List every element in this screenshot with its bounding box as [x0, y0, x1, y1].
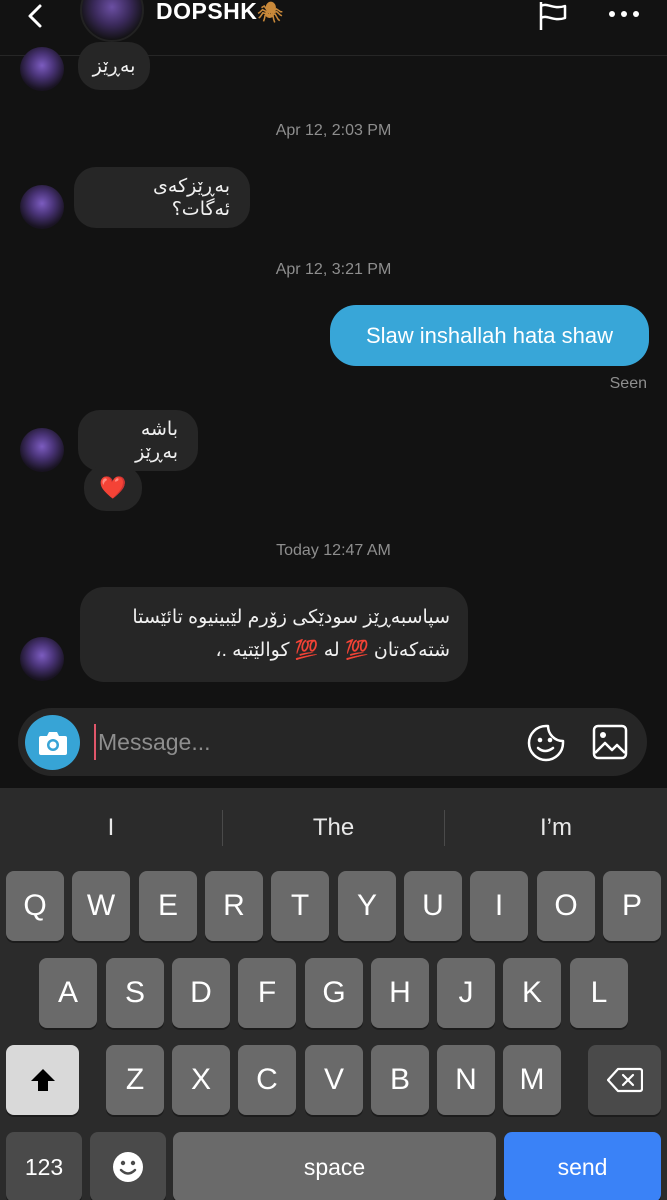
- key-c[interactable]: C: [238, 1045, 296, 1115]
- backspace-key[interactable]: [588, 1045, 661, 1115]
- on-screen-keyboard: I The I’m Q W E R T Y U I O P A S D F G …: [0, 788, 667, 1200]
- key-u[interactable]: U: [404, 871, 462, 941]
- chat-screen: DOPSHK🕷 بەڕێز Apr 12, 2:03 PM بەڕێزکەی ئ…: [0, 0, 667, 1200]
- message-bubble-long[interactable]: سپاسبەڕێز سودێکی زۆرم لێبینیوە تائێستا ش…: [80, 587, 468, 682]
- back-arrow-icon[interactable]: [18, 0, 54, 36]
- message-line: سپاسبەڕێز سودێکی زۆرم لێبینیوە تائێستا: [132, 607, 450, 628]
- flag-icon[interactable]: [537, 0, 571, 34]
- sticker-icon[interactable]: [526, 723, 566, 763]
- timestamp: Today 12:47 AM: [276, 542, 391, 559]
- outgoing-message-bubble[interactable]: Slaw inshallah hata shaw: [330, 305, 649, 366]
- sender-avatar[interactable]: [20, 185, 64, 229]
- key-q[interactable]: Q: [6, 871, 64, 941]
- shift-key[interactable]: [6, 1045, 79, 1115]
- shift-arrow-icon: [30, 1069, 55, 1091]
- camera-button[interactable]: [25, 715, 80, 770]
- message-bubble[interactable]: بەڕێزکەی ئەگات؟: [74, 167, 250, 228]
- space-key[interactable]: space: [173, 1132, 496, 1200]
- key-j[interactable]: J: [437, 958, 495, 1028]
- contact-name[interactable]: DOPSHK🕷: [156, 0, 283, 25]
- message-line: شتەکەتان 💯 لە 💯 کوالێتیە .،: [215, 640, 450, 661]
- key-i[interactable]: I: [470, 871, 528, 941]
- seen-status: Seen: [609, 375, 647, 392]
- heart-emoji: ❤️: [99, 475, 127, 500]
- key-n[interactable]: N: [437, 1045, 495, 1115]
- contact-avatar[interactable]: [80, 0, 144, 42]
- key-b[interactable]: B: [371, 1045, 429, 1115]
- key-f[interactable]: F: [238, 958, 296, 1028]
- emoji-key[interactable]: [90, 1132, 166, 1200]
- send-key[interactable]: send: [504, 1132, 661, 1200]
- key-y[interactable]: Y: [338, 871, 396, 941]
- suggestion-1[interactable]: I: [0, 788, 222, 868]
- key-a[interactable]: A: [39, 958, 97, 1028]
- key-h[interactable]: H: [371, 958, 429, 1028]
- message-composer: [18, 708, 647, 776]
- message-input[interactable]: [94, 724, 514, 760]
- key-o[interactable]: O: [537, 871, 595, 941]
- suggestion-3[interactable]: I’m: [445, 788, 667, 868]
- key-z[interactable]: Z: [106, 1045, 164, 1115]
- key-l[interactable]: L: [570, 958, 628, 1028]
- key-e[interactable]: E: [139, 871, 197, 941]
- timestamp: Apr 12, 2:03 PM: [275, 122, 392, 139]
- key-w[interactable]: W: [72, 871, 130, 941]
- key-d[interactable]: D: [172, 958, 230, 1028]
- camera-icon: [38, 731, 67, 755]
- contact-username: DOPSHK: [156, 0, 258, 24]
- key-m[interactable]: M: [503, 1045, 561, 1115]
- backspace-icon: [606, 1067, 643, 1093]
- key-r[interactable]: R: [205, 871, 263, 941]
- sender-avatar[interactable]: [20, 47, 64, 91]
- key-k[interactable]: K: [503, 958, 561, 1028]
- emoji-icon: [113, 1152, 143, 1182]
- message-bubble[interactable]: بەڕێز: [78, 42, 150, 90]
- numbers-key[interactable]: 123: [6, 1132, 82, 1200]
- more-options-icon[interactable]: [604, 0, 644, 30]
- key-p[interactable]: P: [603, 871, 661, 941]
- key-v[interactable]: V: [305, 1045, 363, 1115]
- spider-emoji: 🕷: [257, 2, 284, 24]
- gallery-icon[interactable]: [591, 723, 629, 761]
- heart-reaction-bubble[interactable]: ❤️: [84, 465, 142, 511]
- timestamp: Apr 12, 3:21 PM: [275, 261, 392, 278]
- suggestion-bar: I The I’m: [0, 788, 667, 868]
- key-g[interactable]: G: [305, 958, 363, 1028]
- sender-avatar[interactable]: [20, 637, 64, 681]
- key-x[interactable]: X: [172, 1045, 230, 1115]
- message-bubble[interactable]: باشە بەڕێز: [78, 410, 198, 471]
- suggestion-2[interactable]: The: [223, 788, 444, 868]
- sender-avatar[interactable]: [20, 428, 64, 472]
- key-s[interactable]: S: [106, 958, 164, 1028]
- key-t[interactable]: T: [271, 871, 329, 941]
